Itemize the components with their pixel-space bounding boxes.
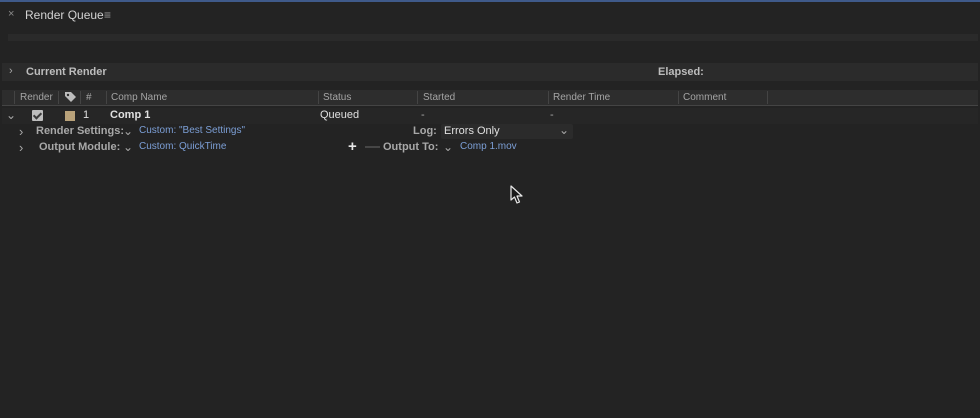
panel-tab-bar: × Render Queue ≡ [0, 2, 980, 28]
render-time-value: - [550, 109, 554, 121]
column-header-started[interactable]: Started [423, 92, 455, 103]
chevron-down-icon[interactable]: ⌄ [6, 108, 16, 122]
column-separator[interactable] [58, 91, 59, 104]
log-label: Log: [413, 125, 437, 137]
column-header-render[interactable]: Render [20, 92, 53, 103]
chevron-down-icon[interactable]: ⌄ [443, 140, 453, 154]
column-separator[interactable] [106, 91, 107, 104]
column-header-render-time[interactable]: Render Time [553, 92, 610, 103]
tag-icon[interactable] [64, 91, 77, 106]
column-separator[interactable] [318, 91, 319, 104]
log-dropdown[interactable]: Errors Only ⌄ [441, 123, 573, 139]
panel-title-tab[interactable]: Render Queue [25, 8, 104, 22]
chevron-down-icon[interactable]: ⌄ [123, 140, 133, 154]
output-module-row: › Output Module: ⌄ Custom: QuickTime + —… [2, 138, 978, 156]
close-icon[interactable]: × [8, 8, 14, 20]
render-settings-link[interactable]: Custom: "Best Settings" [139, 125, 245, 136]
current-render-label: Current Render [26, 66, 107, 78]
remove-output-module-button[interactable]: — [365, 138, 380, 155]
queue-column-headers: Render # Comp Name Status Started Render… [2, 90, 978, 106]
output-module-link[interactable]: Custom: QuickTime [139, 141, 226, 152]
status-value: Queued [320, 109, 360, 121]
column-separator[interactable] [548, 91, 549, 104]
queue-item-row[interactable]: ⌄ 1 Comp 1 Queued - - [2, 108, 978, 124]
column-separator[interactable] [678, 91, 679, 104]
column-header-comp-name[interactable]: Comp Name [111, 92, 167, 103]
current-render-section[interactable]: › Current Render Elapsed: [2, 63, 978, 81]
started-value: - [421, 109, 425, 121]
column-header-status[interactable]: Status [323, 92, 351, 103]
render-settings-label: Render Settings: [36, 125, 125, 137]
output-to-label: Output To: [383, 141, 439, 153]
mouse-cursor-icon [510, 185, 524, 208]
comp-name[interactable]: Comp 1 [110, 109, 150, 121]
log-selected-value: Errors Only [444, 125, 500, 137]
render-checkbox[interactable] [32, 110, 43, 121]
chevron-right-icon[interactable]: › [9, 65, 13, 77]
chevron-right-icon[interactable]: › [19, 140, 23, 155]
column-separator[interactable] [80, 91, 81, 104]
add-output-module-button[interactable]: + [348, 138, 357, 155]
panel-menu-icon[interactable]: ≡ [104, 8, 111, 22]
render-queue-panel: × Render Queue ≡ › Current Render Elapse… [0, 0, 980, 418]
column-separator[interactable] [417, 91, 418, 104]
column-header-number[interactable]: # [86, 92, 92, 103]
elapsed-label: Elapsed: [658, 66, 704, 78]
output-module-label: Output Module: [39, 141, 121, 153]
column-separator[interactable] [14, 91, 15, 104]
column-header-comment[interactable]: Comment [683, 92, 726, 103]
chevron-down-icon[interactable]: ⌄ [123, 124, 133, 138]
render-progress-bar [8, 34, 978, 41]
item-number: 1 [83, 109, 90, 121]
chevron-right-icon[interactable]: › [19, 124, 23, 139]
chevron-down-icon: ⌄ [559, 123, 570, 137]
label-color-swatch[interactable] [65, 111, 75, 121]
render-settings-row: › Render Settings: ⌄ Custom: "Best Setti… [2, 123, 978, 140]
output-to-link[interactable]: Comp 1.mov [460, 141, 517, 152]
column-separator[interactable] [767, 91, 768, 104]
